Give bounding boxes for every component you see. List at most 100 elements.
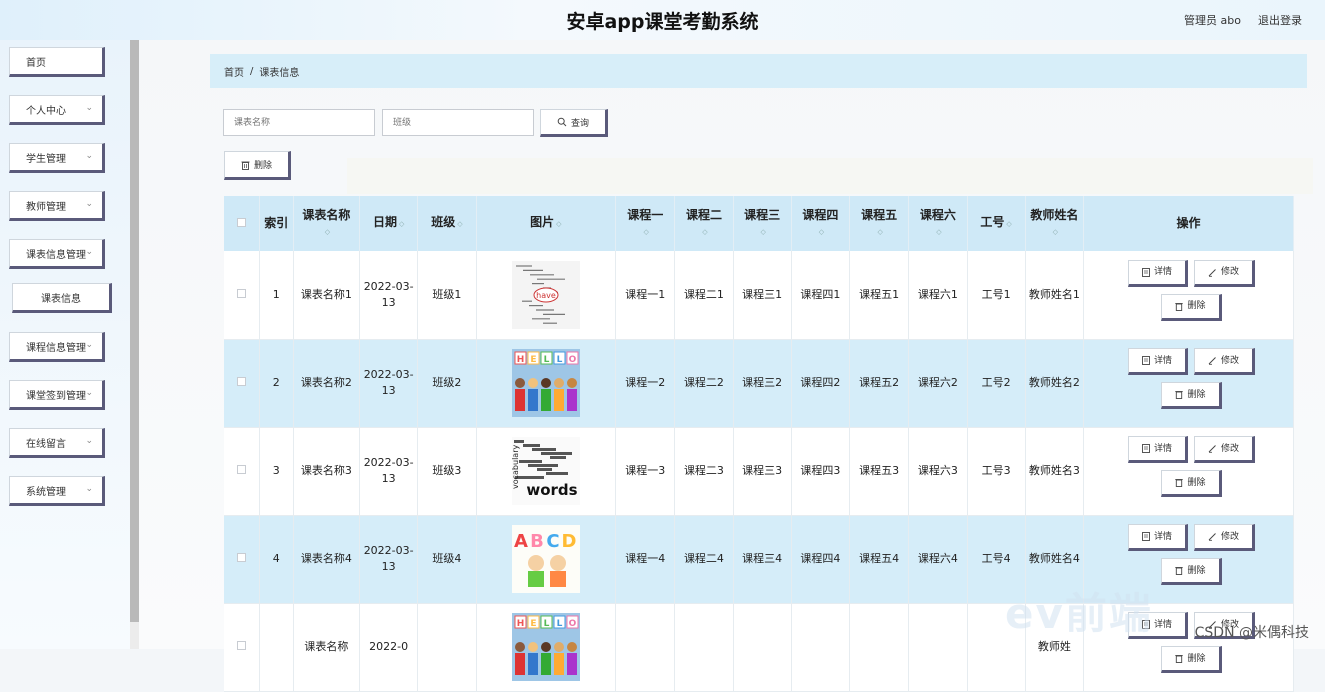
schedule-name-cell: 课表名称1 bbox=[293, 251, 361, 340]
pencil-icon bbox=[1208, 533, 1216, 541]
svg-text:O: O bbox=[568, 355, 576, 365]
sort-icon[interactable]: ◇ bbox=[760, 225, 765, 240]
sidebar-item-5[interactable]: 课表信息 bbox=[12, 283, 112, 313]
row-select-cell[interactable] bbox=[224, 339, 260, 428]
sidebar-item-label: 课程信息管理 bbox=[26, 342, 86, 354]
svg-text:O: O bbox=[568, 619, 576, 629]
header-index: 索引 bbox=[259, 196, 294, 251]
row-checkbox[interactable] bbox=[236, 465, 246, 474]
svg-text:words: words bbox=[526, 481, 577, 499]
delete-button[interactable]: 删除 bbox=[1160, 382, 1222, 409]
header-course-4[interactable]: 课程四 ◇ bbox=[791, 196, 851, 251]
delete-button[interactable]: 删除 bbox=[1160, 470, 1222, 497]
class-cell: 班级1 bbox=[417, 251, 477, 340]
chevron-down-icon: ⌄ bbox=[85, 484, 93, 494]
detail-button[interactable]: 详情 bbox=[1127, 524, 1188, 551]
trash-icon bbox=[1175, 567, 1184, 575]
schedule-name-cell: 课表名称 bbox=[293, 603, 361, 692]
c4-cell: 课程四1 bbox=[791, 251, 851, 340]
index-cell: 4 bbox=[259, 515, 294, 604]
header-image[interactable]: 图片 ◇ bbox=[476, 196, 617, 251]
row-select-cell[interactable] bbox=[224, 427, 260, 516]
edit-button[interactable]: 修改 bbox=[1193, 524, 1255, 551]
id-cell: 工号2 bbox=[967, 339, 1026, 428]
sort-icon[interactable]: ◇ bbox=[1053, 225, 1058, 240]
header-teacher-name[interactable]: 教师姓名◇ bbox=[1025, 196, 1084, 251]
breadcrumb-separator: / bbox=[250, 65, 254, 77]
row-checkbox[interactable] bbox=[236, 553, 246, 562]
schedule-thumbnail[interactable]: HELLO bbox=[511, 349, 580, 417]
edit-button[interactable]: 修改 bbox=[1193, 436, 1255, 463]
sort-icon[interactable]: ◇ bbox=[877, 225, 882, 240]
sort-icon[interactable]: ◇ bbox=[325, 225, 330, 240]
logout-link[interactable]: 退出登录 bbox=[1258, 12, 1302, 28]
edit-button[interactable]: 修改 bbox=[1193, 259, 1255, 287]
header-course-3[interactable]: 课程三 ◇ bbox=[733, 196, 792, 251]
c4-cell: 课程四2 bbox=[791, 339, 851, 428]
row-checkbox[interactable] bbox=[236, 377, 246, 386]
image-cell: HELLO bbox=[476, 603, 617, 692]
sort-icon[interactable]: ◇ bbox=[399, 217, 404, 232]
batch-delete-button[interactable]: 删除 bbox=[224, 151, 291, 180]
header-date[interactable]: 日期 ◇ bbox=[359, 196, 419, 251]
header-course-1[interactable]: 课程一 ◇ bbox=[615, 196, 676, 251]
header-class[interactable]: 班级 ◇ bbox=[417, 196, 477, 251]
schedule-name-cell: 课表名称3 bbox=[293, 427, 361, 516]
sort-icon[interactable]: ◇ bbox=[556, 217, 561, 232]
c1-cell: 课程一4 bbox=[615, 515, 676, 604]
sidebar-item-8[interactable]: 在线留言 ⌄ bbox=[9, 428, 105, 458]
sidebar-item-0[interactable]: 首页 bbox=[9, 47, 105, 77]
schedule-name-search-input[interactable] bbox=[223, 109, 375, 136]
date-cell: 2022-03-13 bbox=[359, 339, 419, 428]
row-select-cell[interactable] bbox=[224, 603, 260, 692]
detail-button[interactable]: 详情 bbox=[1127, 259, 1188, 287]
sort-icon[interactable]: ◇ bbox=[702, 225, 707, 240]
svg-text:vocabulary: vocabulary bbox=[512, 445, 520, 489]
query-button[interactable]: 查询 bbox=[540, 109, 608, 137]
class-search-input[interactable] bbox=[382, 109, 534, 136]
detail-button[interactable]: 详情 bbox=[1127, 348, 1188, 375]
schedule-thumbnail[interactable]: have bbox=[511, 260, 580, 329]
schedule-thumbnail[interactable]: vocabulary words bbox=[511, 437, 580, 505]
detail-button[interactable]: 详情 bbox=[1127, 436, 1188, 463]
header-course-6[interactable]: 课程六 ◇ bbox=[908, 196, 968, 251]
header-course-2[interactable]: 课程二 ◇ bbox=[674, 196, 734, 251]
sidebar-item-9[interactable]: 系统管理 ⌄ bbox=[9, 476, 105, 506]
edit-button[interactable]: 修改 bbox=[1193, 348, 1255, 375]
sidebar-item-4[interactable]: 课表信息管理 ⌄ bbox=[9, 239, 105, 269]
delete-button[interactable]: 删除 bbox=[1160, 646, 1222, 673]
header-employee-id[interactable]: 工号 ◇ bbox=[967, 196, 1026, 251]
actions-cell: 详情 修改删除 bbox=[1083, 427, 1295, 516]
schedule-thumbnail[interactable]: HELLO bbox=[511, 613, 580, 681]
teacher-cell: 教师姓名2 bbox=[1025, 339, 1084, 428]
header-course-5[interactable]: 课程五 ◇ bbox=[849, 196, 910, 251]
sidebar-item-3[interactable]: 教师管理 ⌄ bbox=[9, 191, 105, 221]
row-select-cell[interactable] bbox=[224, 515, 260, 604]
c3-cell: 课程三1 bbox=[733, 251, 792, 340]
select-all-checkbox[interactable] bbox=[236, 218, 246, 227]
sidebar-item-2[interactable]: 学生管理 ⌄ bbox=[9, 143, 105, 173]
delete-button[interactable]: 删除 bbox=[1160, 293, 1222, 321]
header-select-all[interactable] bbox=[224, 196, 260, 251]
index-cell: 2 bbox=[259, 339, 294, 428]
sort-icon[interactable]: ◇ bbox=[936, 225, 941, 240]
sidebar-item-6[interactable]: 课程信息管理 ⌄ bbox=[9, 332, 105, 362]
sidebar-scrollbar-thumb[interactable] bbox=[130, 40, 139, 622]
sidebar-item-7[interactable]: 课堂签到管理 ⌄ bbox=[9, 380, 105, 410]
sort-icon[interactable]: ◇ bbox=[819, 225, 824, 240]
sidebar-item-label: 个人中心 bbox=[26, 105, 66, 117]
breadcrumb-home[interactable]: 首页 bbox=[224, 64, 244, 79]
c1-cell bbox=[615, 603, 676, 692]
schedule-thumbnail[interactable]: ABCD bbox=[511, 525, 580, 593]
admin-user-label: 管理员 abo bbox=[1184, 14, 1241, 27]
row-checkbox[interactable] bbox=[236, 288, 246, 298]
sort-icon[interactable]: ◇ bbox=[1006, 217, 1011, 232]
header-schedule-name[interactable]: 课表名称 ◇ bbox=[293, 196, 361, 251]
svg-text:A: A bbox=[514, 531, 528, 552]
sort-icon[interactable]: ◇ bbox=[644, 225, 649, 240]
row-select-cell[interactable] bbox=[224, 251, 260, 340]
sort-icon[interactable]: ◇ bbox=[457, 217, 462, 232]
svg-text:L: L bbox=[543, 355, 549, 365]
sidebar-item-1[interactable]: 个人中心 ⌄ bbox=[9, 95, 105, 125]
c4-cell: 课程四4 bbox=[791, 515, 851, 604]
